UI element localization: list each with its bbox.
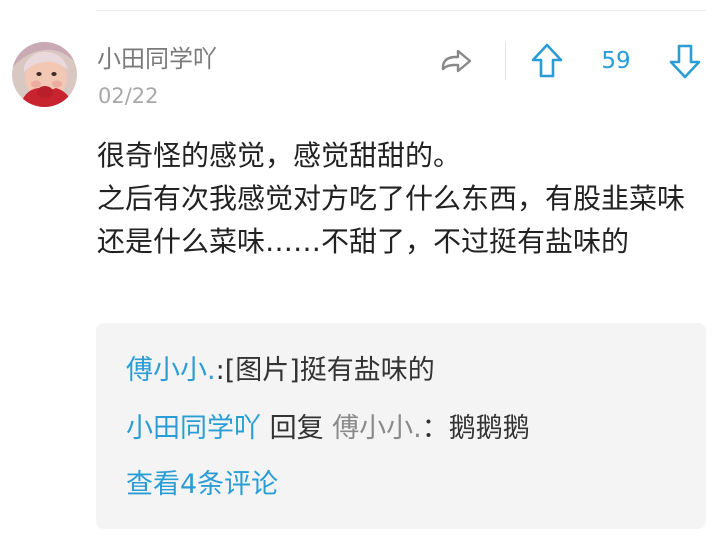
share-icon[interactable] <box>438 44 474 80</box>
reply-separator: ： <box>421 413 449 444</box>
reply-author[interactable]: 傅小小. <box>126 355 216 386</box>
reply-target[interactable]: 傅小小. <box>332 413 422 444</box>
reply-item: 小田同学吖 回复 傅小小.：鹅鹅鹅 <box>126 409 530 449</box>
downvote-arrow-icon[interactable] <box>668 42 702 80</box>
comment-card: 小田同学吖 02/22 59 很奇怪的感觉，感觉甜甜的。 之后有次我感觉对方吃了… <box>0 0 720 547</box>
reply-content: 鹅鹅鹅 <box>448 413 530 444</box>
action-divider <box>505 42 506 80</box>
comment-username[interactable]: 小田同学吖 <box>97 42 217 76</box>
vote-count: 59 <box>601 48 631 74</box>
reply-item: 傅小小.:[图片]挺有盐味的 <box>126 351 435 391</box>
reply-word: 回复 <box>269 413 324 444</box>
comment-body: 很奇怪的感觉，感觉甜甜的。 之后有次我感觉对方吃了什么东西，有股韭菜味还是什么菜… <box>97 139 686 258</box>
replies-box: 傅小小.:[图片]挺有盐味的 小田同学吖 回复 傅小小.：鹅鹅鹅 查看4条评论 <box>96 323 706 529</box>
upvote-arrow-icon[interactable] <box>530 42 564 80</box>
top-divider <box>96 10 706 11</box>
avatar[interactable] <box>12 42 77 107</box>
view-more-comments-link[interactable]: 查看4条评论 <box>126 465 278 505</box>
reply-author[interactable]: 小田同学吖 <box>126 413 261 444</box>
avatar-image <box>12 42 77 107</box>
reply-content: [图片]挺有盐味的 <box>224 355 435 386</box>
comment-date: 02/22 <box>98 84 159 108</box>
reply-separator: : <box>215 355 225 386</box>
